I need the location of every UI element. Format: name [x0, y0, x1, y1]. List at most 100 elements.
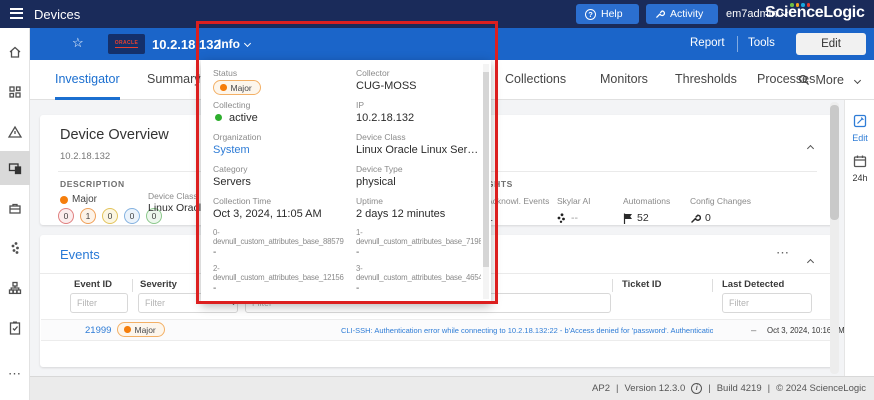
event-message-link[interactable]: CLI-SSH: Authentication error while conn… — [341, 326, 713, 335]
help-button[interactable]: ? Help — [576, 4, 639, 24]
panel-title: Device Overview — [60, 127, 169, 143]
left-nav-sidebar: ⋯ — [0, 28, 30, 400]
severity-badge: Major — [213, 80, 261, 95]
vertical-scrollbar[interactable] — [830, 102, 839, 374]
time-range-button[interactable]: 24h — [845, 154, 874, 183]
col-severity[interactable]: Severity — [140, 279, 177, 290]
layout-edit-button[interactable]: Edit — [845, 114, 874, 143]
devices-icon[interactable] — [7, 160, 23, 176]
tab-collections[interactable]: Collections — [505, 60, 566, 100]
chevron-down-icon — [244, 40, 251, 47]
field-custom-attribute-2: 2- devnull_custom_attributes_base_12156 … — [213, 264, 356, 300]
calendar-icon — [853, 154, 867, 168]
field-ip: IP 10.2.18.132 — [356, 100, 481, 132]
tab-summary[interactable]: Summary — [147, 60, 200, 100]
tools-button[interactable]: Tools — [748, 37, 775, 49]
scrollbar-thumb[interactable] — [830, 105, 839, 220]
skylar-dots-icon — [557, 213, 567, 223]
field-custom-attribute-3: 3- devnull_custom_attributes_base_46542 … — [356, 264, 481, 300]
app-window: Devices ? Help Activity em7admin Science… — [0, 0, 874, 400]
last-detected-filter[interactable] — [722, 293, 812, 313]
footer-ap: AP2 — [592, 383, 610, 394]
edit-button[interactable]: Edit — [796, 33, 866, 55]
tab-thresholds[interactable]: Thresholds — [675, 60, 737, 100]
critical-count[interactable]: 0 — [58, 208, 74, 224]
field-custom-attribute-0: 0- devnull_custom_attributes_base_88579 … — [213, 228, 356, 264]
major-count[interactable]: 1 — [80, 208, 96, 224]
tab-monitors[interactable]: Monitors — [600, 60, 648, 100]
top-nav-bar: Devices ? Help Activity em7admin Science… — [0, 0, 874, 28]
device-header-bar: ☆ ORACLE 10.2.18.132 Info Report Tools E… — [30, 28, 874, 60]
dashboards-icon[interactable] — [7, 84, 23, 100]
networks-icon[interactable] — [7, 280, 23, 296]
edit-label: Edit — [845, 133, 874, 143]
device-name: 10.2.18.132 — [152, 37, 221, 52]
event-id-link[interactable]: 21999 — [85, 325, 111, 336]
organization-link[interactable]: System — [213, 144, 356, 156]
edit-icon — [853, 114, 867, 128]
business-services-icon[interactable] — [7, 200, 23, 216]
active-dot-icon — [215, 114, 222, 121]
chevron-down-icon — [854, 76, 861, 83]
range-label: 24h — [845, 173, 874, 183]
col-ticket-id[interactable]: Ticket ID — [622, 279, 661, 290]
wrench-icon — [655, 9, 665, 19]
help-label: Help — [601, 8, 623, 20]
notice-count[interactable]: 0 — [124, 208, 140, 224]
severity-counts: 0 1 0 0 0 — [58, 208, 162, 224]
divider — [712, 279, 713, 292]
divider — [132, 279, 133, 292]
favorite-star-icon[interactable]: ☆ — [72, 35, 84, 51]
metric-acknowl-events: Acknowl. Events 1 — [487, 191, 549, 224]
footer-version: Version 12.3.0 — [624, 383, 685, 394]
info-dropdown-trigger[interactable]: Info — [218, 37, 250, 51]
field-custom-attribute-1: 1- devnull_custom_attributes_base_71983 … — [356, 228, 481, 264]
sidebar-more-icon[interactable]: ⋯ — [8, 366, 21, 382]
event-table-row[interactable]: 21999 Major CLI-SSH: Authentication erro… — [41, 319, 834, 341]
home-icon[interactable] — [7, 44, 23, 60]
field-status: Status Major — [213, 68, 356, 100]
panel-subtitle: 10.2.18.132 — [60, 151, 110, 162]
events-title[interactable]: Events — [60, 247, 100, 262]
events-icon[interactable] — [7, 240, 23, 256]
info-icon[interactable]: i — [691, 383, 702, 394]
col-last-detected[interactable]: Last Detected — [722, 279, 784, 290]
field-device-class: Device Class Linux Oracle Linux Server r… — [356, 132, 481, 164]
device-class-label: Device Class — [148, 191, 198, 201]
footer-bar: AP2 | Version 12.3.0 i | Build 4219 | © … — [30, 376, 874, 400]
divider: | — [616, 383, 618, 394]
hamburger-menu-icon[interactable] — [10, 8, 23, 19]
activity-label: Activity — [670, 8, 703, 20]
tab-investigator[interactable]: Investigator — [55, 60, 120, 100]
metric-config-changes: Config Changes 0 — [690, 191, 751, 224]
major-dot-icon — [220, 84, 227, 91]
divider: | — [768, 383, 770, 394]
field-collection-time: Collection Time Oct 3, 2024, 11:05 AM — [213, 196, 356, 228]
device-severity: Major — [60, 194, 97, 205]
logo-dots-icon — [790, 3, 810, 7]
ticket-id-value: – — [751, 325, 756, 336]
alerts-icon[interactable] — [7, 124, 23, 140]
flag-icon — [623, 213, 633, 224]
collapse-chevron-icon[interactable] — [803, 251, 813, 269]
panel-scrollbar[interactable] — [483, 64, 489, 299]
event-id-filter[interactable] — [70, 293, 128, 313]
metric-automations: Automations 52 — [623, 191, 670, 224]
divider — [737, 36, 738, 52]
report-button[interactable]: Report — [690, 37, 725, 49]
major-dot-icon — [60, 196, 68, 204]
scrollbar-thumb[interactable] — [483, 72, 489, 267]
tabs-more-button[interactable]: More — [798, 60, 860, 100]
sciencelogic-logo: ScienceLogic — [765, 4, 865, 22]
field-collector: Collector CUG-MOSS — [356, 68, 481, 100]
metric-skylar-ai: Skylar AI -- — [557, 191, 591, 224]
col-event-id[interactable]: Event ID — [74, 279, 112, 290]
tickets-icon[interactable] — [7, 320, 23, 336]
panel-menu-icon[interactable]: ⋯ — [776, 245, 789, 261]
activity-button[interactable]: Activity — [646, 4, 718, 24]
info-dropdown-panel: Status Major Collector CUG-MOSS Collecti… — [201, 60, 491, 303]
minor-count[interactable]: 0 — [102, 208, 118, 224]
collapse-chevron-icon[interactable] — [803, 137, 813, 155]
divider — [612, 279, 613, 292]
search-icon — [798, 74, 810, 86]
